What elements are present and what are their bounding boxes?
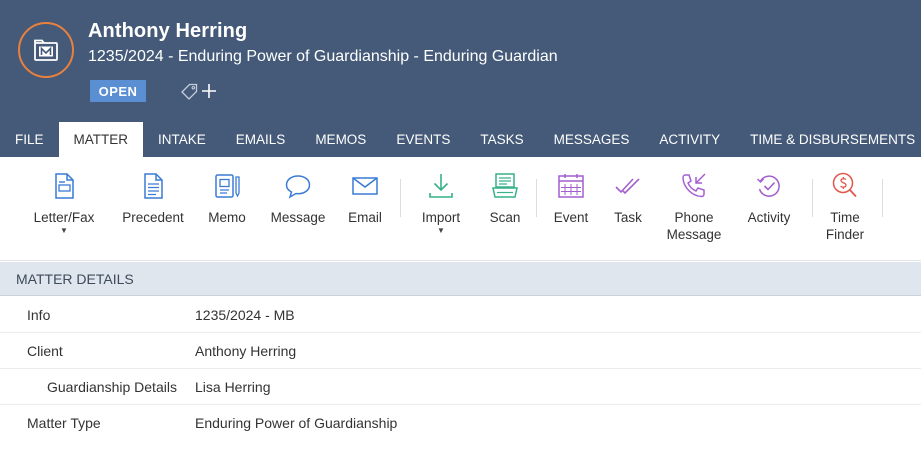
matter-details-table: Info 1235/2024 - MB Client Anthony Herri…	[0, 297, 921, 441]
detail-value: 1235/2024 - MB	[195, 307, 295, 323]
download-icon	[429, 174, 453, 198]
status-badge: OPEN	[90, 80, 146, 102]
memo-button[interactable]: Memo	[205, 171, 249, 226]
add-tag-button[interactable]	[181, 80, 217, 102]
toolbar-divider	[536, 179, 537, 217]
letter-fax-label: Letter/Fax	[33, 210, 95, 225]
time-finder-line2: Finder	[825, 227, 865, 242]
import-button[interactable]: Import ▼	[416, 171, 466, 235]
phone-message-line2: Message	[666, 227, 722, 242]
memo-icon	[215, 174, 240, 198]
tab-tasks[interactable]: TASKS	[465, 122, 538, 157]
toolbar-divider	[812, 179, 813, 217]
double-check-icon	[615, 178, 640, 195]
message-label: Message	[270, 210, 326, 225]
matter-subtitle: 1235/2024 - Enduring Power of Guardiansh…	[88, 48, 558, 65]
tab-emails[interactable]: EMAILS	[221, 122, 301, 157]
scanner-icon	[492, 173, 518, 198]
matter-logo	[18, 22, 74, 78]
speech-bubble-icon	[285, 175, 311, 199]
detail-row-client: Client Anthony Herring	[0, 333, 921, 369]
toolbar-divider	[882, 179, 883, 217]
document-icon	[144, 173, 163, 199]
letter-fax-button[interactable]: Letter/Fax ▼	[33, 171, 95, 235]
phone-message-label: Phone Message	[667, 209, 722, 243]
detail-row-matter-type: Matter Type Enduring Power of Guardiansh…	[0, 405, 921, 441]
tab-events[interactable]: EVENTS	[381, 122, 465, 157]
tag-icon	[181, 83, 198, 100]
tab-time-disbursements[interactable]: TIME & DISBURSEMENTS	[735, 122, 921, 157]
matter-details-header: MATTER DETAILS	[0, 262, 921, 296]
scan-button[interactable]: Scan	[485, 171, 525, 226]
time-finder-button[interactable]: Time Finder	[822, 171, 868, 243]
detail-value: Enduring Power of Guardianship	[195, 415, 398, 431]
tab-bar: FILE MATTER INTAKE EMAILS MEMOS EVENTS T…	[0, 122, 921, 157]
letter-icon	[55, 173, 74, 199]
tab-activity[interactable]: ACTIVITY	[644, 122, 735, 157]
email-label: Email	[348, 210, 382, 225]
detail-label: Info	[27, 307, 51, 323]
precedent-label: Precedent	[122, 210, 184, 225]
history-check-icon	[756, 175, 780, 197]
matter-folder-icon	[34, 39, 58, 61]
message-button[interactable]: Message	[268, 171, 328, 226]
detail-value[interactable]: Lisa Herring	[195, 369, 270, 405]
detail-value[interactable]: Anthony Herring	[195, 333, 296, 369]
activity-button[interactable]: Activity	[741, 171, 797, 226]
detail-label: Matter Type	[27, 415, 101, 431]
task-button[interactable]: Task	[609, 171, 647, 226]
matter-toolbar: Letter/Fax ▼ Precedent Memo Message Emai…	[0, 157, 921, 261]
event-label: Event	[553, 210, 589, 225]
precedent-button[interactable]: Precedent	[120, 171, 186, 226]
phone-callback-icon	[682, 173, 706, 198]
time-finder-line1: Time	[830, 210, 860, 225]
tab-messages[interactable]: MESSAGES	[539, 122, 645, 157]
import-dropdown-icon: ▼	[437, 226, 445, 235]
tab-memos[interactable]: MEMOS	[300, 122, 381, 157]
phone-message-line1: Phone	[674, 210, 714, 225]
detail-label: Client	[27, 343, 63, 359]
letter-fax-dropdown-icon: ▼	[60, 226, 68, 235]
tab-matter[interactable]: MATTER	[58, 122, 144, 157]
matter-header: Anthony Herring 1235/2024 - Enduring Pow…	[0, 0, 921, 157]
tab-intake[interactable]: INTAKE	[143, 122, 221, 157]
import-label: Import	[421, 210, 461, 225]
event-button[interactable]: Event	[551, 171, 591, 226]
tab-file[interactable]: FILE	[0, 122, 59, 157]
email-button[interactable]: Email	[344, 171, 386, 226]
client-name: Anthony Herring	[88, 20, 248, 42]
scan-label: Scan	[489, 210, 521, 225]
time-finder-label: Time Finder	[826, 209, 864, 243]
detail-row-info: Info 1235/2024 - MB	[0, 297, 921, 333]
toolbar-divider	[400, 179, 401, 217]
plus-icon	[202, 84, 216, 98]
phone-message-button[interactable]: Phone Message	[664, 171, 724, 243]
memo-label: Memo	[208, 210, 246, 225]
activity-label: Activity	[747, 210, 791, 225]
calendar-icon	[558, 174, 584, 198]
envelope-icon	[352, 177, 378, 195]
task-label: Task	[614, 210, 642, 225]
detail-label: Guardianship Details	[47, 379, 177, 395]
detail-row-guardianship: Guardianship Details Lisa Herring	[0, 369, 921, 405]
dollar-search-icon	[832, 172, 857, 198]
